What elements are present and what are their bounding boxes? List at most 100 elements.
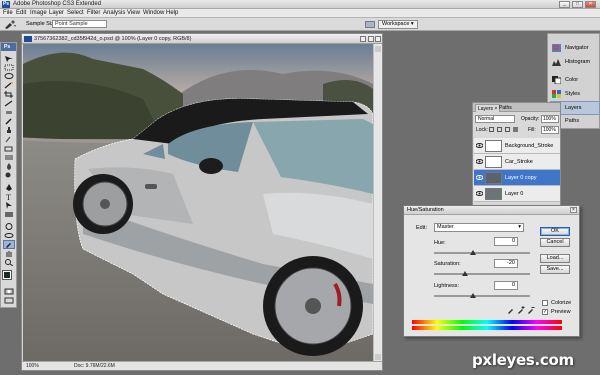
lock-all-icon[interactable]: [513, 127, 518, 132]
eyedropper-plus-icon[interactable]: [517, 306, 525, 314]
lightness-slider-knob[interactable]: [470, 293, 476, 298]
fill-field[interactable]: 100%: [541, 126, 559, 134]
eyedropper-minus-icon[interactable]: [527, 306, 535, 314]
edit-channel-select[interactable]: Master ▾: [434, 223, 524, 232]
blend-mode-select[interactable]: Normal: [475, 115, 515, 123]
clone-stamp-tool-icon[interactable]: [4, 127, 14, 134]
menu-select[interactable]: Select: [67, 10, 84, 17]
workspace-icon[interactable]: [365, 21, 375, 28]
workspace-button[interactable]: Workspace ▾: [378, 20, 418, 29]
sample-size-select[interactable]: Point Sample: [52, 20, 107, 28]
visibility-eye-icon[interactable]: [476, 190, 483, 197]
saturation-slider-knob[interactable]: [462, 271, 468, 276]
menu-filter[interactable]: Filter: [87, 10, 100, 17]
saturation-label: Saturation:: [434, 261, 461, 267]
document-title-bar[interactable]: 37567362382_cd35f942d_o.psd @ 100% (Laye…: [22, 34, 382, 44]
eraser-tool-icon[interactable]: [4, 145, 14, 152]
blur-tool-icon[interactable]: [4, 163, 14, 170]
eyedropper-icon[interactable]: [507, 306, 515, 314]
3d-rotate-tool-icon[interactable]: [4, 223, 14, 230]
cancel-button[interactable]: Cancel: [540, 238, 570, 247]
document-minimize-button[interactable]: [360, 36, 366, 42]
document-canvas[interactable]: [23, 44, 373, 362]
layer-row[interactable]: Car_Stroke: [474, 154, 560, 170]
menu-edit[interactable]: Edit: [16, 10, 26, 17]
layer-thumbnail: [485, 188, 502, 200]
lightness-field[interactable]: 0: [494, 281, 518, 290]
lock-transparency-icon[interactable]: [489, 127, 494, 132]
eyedropper-tool-icon[interactable]: [3, 20, 17, 29]
dock-color-button[interactable]: Color: [551, 74, 599, 86]
toolbox-header: Ps: [1, 43, 16, 51]
3d-orbit-tool-icon[interactable]: [4, 232, 14, 239]
foreground-color-swatch[interactable]: [2, 270, 12, 280]
lock-position-icon[interactable]: [505, 127, 510, 132]
eyedropper-tool-active-icon[interactable]: [3, 240, 15, 249]
toolbox-panel: Ps T: [0, 42, 17, 308]
visibility-eye-icon[interactable]: [476, 174, 483, 181]
hue-slider-track[interactable]: [434, 252, 530, 254]
lock-pixels-icon[interactable]: [497, 127, 502, 132]
menu-analysis[interactable]: Analysis: [103, 10, 125, 17]
menu-window[interactable]: Window: [143, 10, 164, 17]
dock-navigator-button[interactable]: Navigator: [551, 42, 599, 54]
lasso-tool-icon[interactable]: [4, 73, 14, 80]
scroll-down-arrow-icon[interactable]: [375, 354, 381, 360]
quick-mask-icon[interactable]: [4, 288, 14, 295]
save-button[interactable]: Save...: [540, 265, 570, 274]
document-vertical-scrollbar[interactable]: [373, 44, 382, 362]
dialog-title-bar[interactable]: Hue/Saturation ×: [404, 206, 579, 215]
menu-help[interactable]: Help: [166, 10, 178, 17]
visibility-eye-icon[interactable]: [476, 142, 483, 149]
document-maximize-button[interactable]: [368, 36, 374, 42]
shape-tool-icon[interactable]: [4, 211, 14, 218]
saturation-field[interactable]: -20: [494, 259, 518, 268]
visibility-eye-icon[interactable]: [476, 158, 483, 165]
ok-button[interactable]: OK: [540, 227, 570, 236]
document-close-button[interactable]: [375, 36, 381, 42]
pen-tool-icon[interactable]: [4, 184, 14, 191]
hue-field[interactable]: 0: [494, 237, 518, 246]
dock-histogram-button[interactable]: Histogram: [551, 56, 599, 68]
gradient-tool-icon[interactable]: [4, 154, 14, 161]
slice-tool-icon[interactable]: [4, 100, 14, 107]
menu-image[interactable]: Image: [30, 10, 47, 17]
screen-mode-icon[interactable]: [4, 297, 14, 304]
path-selection-tool-icon[interactable]: [4, 202, 14, 209]
lightness-slider-track[interactable]: [434, 295, 530, 297]
zoom-tool-icon[interactable]: [4, 259, 14, 266]
layer-row[interactable]: Background_Stroke: [474, 138, 560, 154]
move-tool-icon[interactable]: [4, 55, 14, 62]
load-button[interactable]: Load...: [540, 254, 570, 263]
saturation-slider-track[interactable]: [434, 273, 530, 275]
layer-row[interactable]: Layer 0: [474, 186, 560, 202]
hand-tool-icon[interactable]: [4, 250, 14, 257]
minimize-button[interactable]: _: [559, 1, 570, 8]
crop-tool-icon[interactable]: [4, 91, 14, 98]
dialog-close-button[interactable]: ×: [570, 207, 577, 213]
layer-row-selected[interactable]: Layer 0 copy: [474, 170, 560, 186]
colorize-checkbox[interactable]: [542, 300, 548, 306]
dodge-tool-icon[interactable]: [4, 172, 14, 179]
dock-styles-button[interactable]: Styles: [551, 88, 599, 100]
close-button[interactable]: ✕: [585, 1, 596, 8]
type-tool-icon[interactable]: T: [4, 193, 14, 200]
menu-file[interactable]: File: [3, 10, 13, 17]
layer-thumbnail: [485, 140, 502, 152]
menu-layer[interactable]: Layer: [49, 10, 64, 17]
magic-wand-tool-icon[interactable]: [4, 82, 14, 89]
preview-checkbox[interactable]: ✓: [542, 309, 548, 315]
scroll-up-arrow-icon[interactable]: [375, 46, 381, 52]
zoom-level[interactable]: 100%: [26, 363, 39, 370]
tab-paths[interactable]: Paths: [497, 104, 514, 112]
maximize-button[interactable]: □: [572, 1, 583, 8]
brush-tool-icon[interactable]: [4, 118, 14, 125]
doc-info[interactable]: Doc: 9.76M/22.6M: [74, 363, 115, 370]
opacity-field[interactable]: 100%: [541, 115, 559, 123]
menu-view[interactable]: View: [127, 10, 140, 17]
healing-brush-tool-icon[interactable]: [4, 109, 14, 116]
history-brush-tool-icon[interactable]: [4, 136, 14, 143]
layer-name: Car_Stroke: [505, 159, 533, 165]
marquee-tool-icon[interactable]: [4, 64, 14, 71]
hue-slider-knob[interactable]: [470, 250, 476, 255]
